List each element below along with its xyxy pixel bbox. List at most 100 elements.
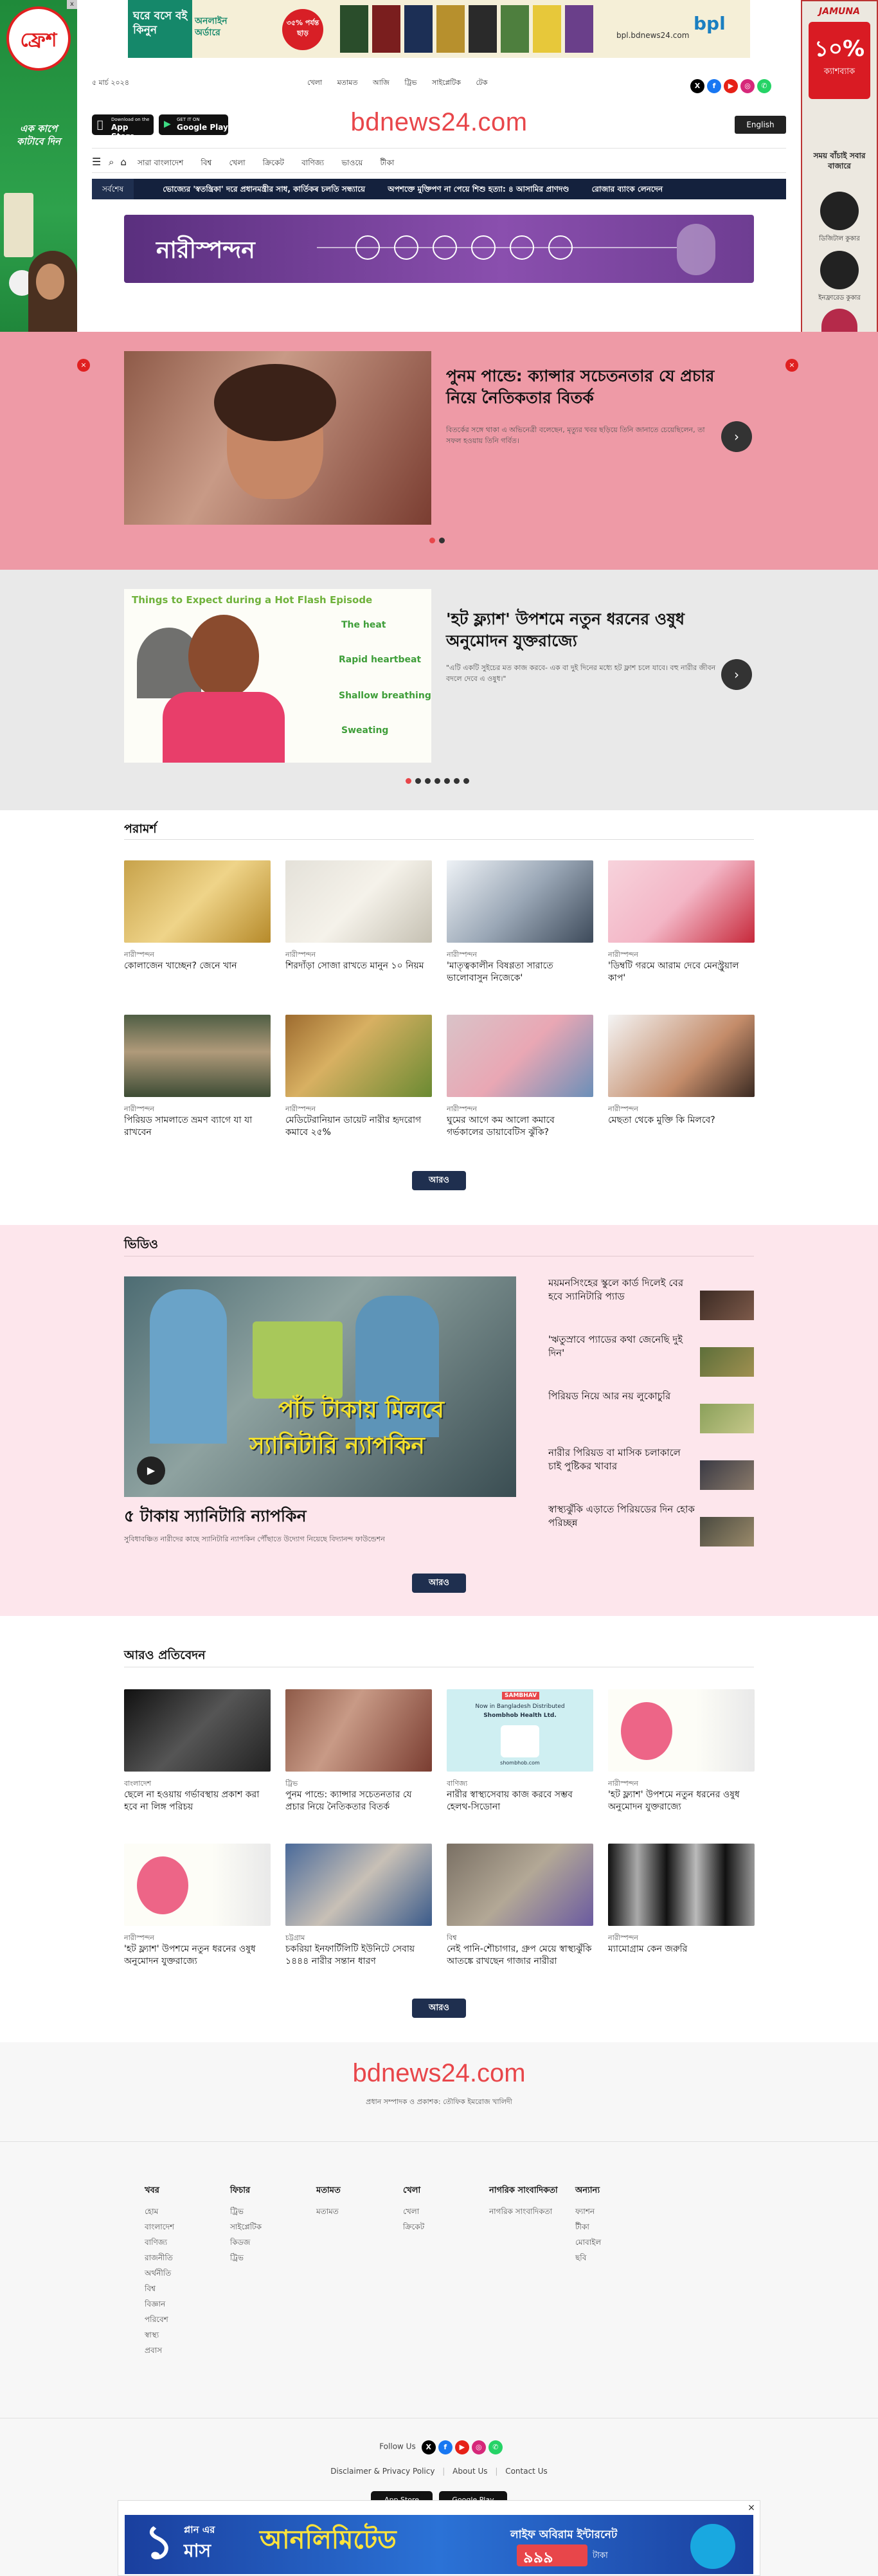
header-link[interactable]: ট্রিভ (404, 78, 417, 87)
video-list-item[interactable]: ময়মনসিংহের স্কুলে কার্ড দিলেই বের হবে স… (548, 1276, 754, 1328)
footer-link[interactable]: ট্রিভ (230, 2250, 320, 2265)
card-title[interactable]: ঘুমের আগে কম আলো কমাবে গর্ভকালের ডায়াবে… (447, 1114, 593, 1139)
card-title[interactable]: 'মাতৃত্বকালীন বিষণ্ণতা সারাতে ভালোবাসুন … (447, 960, 593, 984)
nav-item[interactable]: বাণিজ্য (301, 158, 324, 170)
card-title[interactable]: 'হট ফ্ল্যাশ' উপশমে নতুন ধরনের ওষুধ অনুমো… (124, 1943, 271, 1968)
bottom-sticky-ad[interactable]: × ১ প্লান এর মাস আনলিমিটেড লাইফ অবিরাম ই… (118, 2500, 760, 2576)
news-card[interactable]: নারীস্পন্দন মেডিটেরানিয়ান ডায়েট নারীর … (285, 1015, 432, 1139)
news-card[interactable]: নারীস্পন্দন ঘুমের আগে কম আলো কমাবে গর্ভক… (447, 1015, 593, 1139)
video-list-item[interactable]: স্বাস্থ্যঝুঁকি এড়াতে পিরিয়ডের দিন হোক … (548, 1503, 754, 1554)
card-image[interactable] (608, 860, 755, 943)
card-title[interactable]: নেই পানি-শৌচাগার, গ্রুপ মেয়ে স্বাস্থ্যঝ… (447, 1943, 593, 1968)
footer-link[interactable]: বাংলাদেশ (145, 2219, 235, 2235)
right-ad[interactable]: JAMUNA ১০% ক্যাশব্যাক সময় বাঁচাই সবার ব… (801, 0, 878, 385)
instagram-icon[interactable]: ◎ (471, 2440, 486, 2454)
news-card[interactable]: SAMBHAV Now in Bangladesh Distributed Sh… (447, 1689, 593, 1813)
nav-item[interactable]: ক্রিকেট (263, 158, 284, 170)
news-ticker[interactable]: সর্বশেষ ভোজ্যের 'স্বতন্ত্রিকা' দরে প্রধা… (92, 179, 786, 199)
footer-link[interactable]: কিডজ (230, 2235, 320, 2250)
google-play-button[interactable]: ▶ GET IT ON Google Play (159, 114, 228, 135)
footer-link[interactable]: খেলা (403, 2204, 493, 2219)
footer-link[interactable]: মতামত (316, 2204, 406, 2219)
whatsapp-icon[interactable]: ✆ (757, 79, 771, 93)
news-card[interactable]: চট্টগ্রাম চকরিয়া ইনফার্টিলিটি ইউনিটে সে… (285, 1844, 432, 1968)
footer-link[interactable]: পরিবেশ (145, 2312, 235, 2327)
ticker-item[interactable]: রোজার ব্যাংক লেনদেন (592, 179, 663, 199)
nav-item[interactable]: ভাওয়ে (341, 158, 363, 170)
card-category[interactable]: নারীস্পন্দন (124, 1932, 271, 1941)
site-logo[interactable]: bdnews24.com (310, 108, 568, 137)
footer-link[interactable]: টীকা (575, 2219, 665, 2235)
card-image[interactable] (285, 1844, 432, 1926)
nav-item[interactable]: খেলা (229, 158, 245, 170)
video-thumb[interactable] (700, 1460, 754, 1490)
footer-link[interactable]: হোম (145, 2204, 235, 2219)
video-list-item[interactable]: পিরিয়ড নিয়ে আর নয় লুকোচুরি (548, 1390, 754, 1441)
footer-link[interactable]: বিজ্ঞান (145, 2296, 235, 2312)
footer-link[interactable]: রাজনীতি (145, 2250, 235, 2265)
slider-dots[interactable] (427, 534, 447, 546)
card-title[interactable]: পিরিয়ড সামলাতে ভ্রমণ ব্যাগে যা যা রাখবে… (124, 1114, 271, 1139)
header-link[interactable]: আজি (373, 78, 390, 87)
footer-link[interactable]: ক্রিকেট (403, 2219, 493, 2235)
nav-item[interactable]: বিশ্ব (201, 158, 211, 170)
footer-link[interactable]: ট্রিভ (230, 2204, 320, 2219)
header-link[interactable]: সাইপ্লেটিক (432, 78, 461, 87)
app-store-button[interactable]:  Download on the App Store (92, 114, 154, 141)
news-card[interactable]: নারীস্পন্দন ম্যামোগ্রাম কেন জরুরি (608, 1844, 755, 1968)
card-title[interactable]: 'হট ফ্ল্যাশ' উপশমে নতুন ধরনের ওষুধ অনুমো… (608, 1789, 755, 1813)
footer-link[interactable]: সাইপ্লেটিক (230, 2219, 320, 2235)
card-category[interactable]: নারীস্পন্দন (447, 949, 593, 958)
home-icon[interactable]: ⌂ (120, 156, 127, 168)
slider-title[interactable]: 'হট ফ্ল্যাশ' উপশমে নতুন ধরনের ওষুধ অনুমো… (446, 608, 729, 652)
news-card[interactable]: নারীস্পন্দন 'হট ফ্ল্যাশ' উপশমে নতুন ধরনে… (608, 1689, 755, 1813)
ticker-item[interactable]: অপশক্তে মুক্তিপণ না পেয়ে শিশু হত্যা: ৪ … (388, 179, 569, 199)
main-video-title[interactable]: ৫ টাকায় স্যানিটারি ন্যাপকিন (124, 1503, 516, 1531)
ad-close-icon[interactable]: x (67, 0, 77, 9)
card-category[interactable]: বিশ্ব (447, 1932, 593, 1941)
card-category[interactable]: নারীস্পন্দন (124, 1103, 271, 1112)
nav-item[interactable]: টীকা (380, 158, 394, 170)
more-button[interactable]: আরও (412, 1999, 466, 2018)
card-category[interactable]: নারীস্পন্দন (285, 1103, 432, 1112)
card-category[interactable]: বাংলাদেশ (124, 1778, 271, 1787)
infographic-image[interactable]: Things to Expect during a Hot Flash Epis… (124, 589, 431, 763)
video-list-item[interactable]: 'ঋতুস্রাবে প্যাডের কথা জেনেছি দুই দিন' (548, 1333, 754, 1384)
card-title[interactable]: চকরিয়া ইনফার্টিলিটি ইউনিটে সেবায় ১৪৪৪ … (285, 1943, 432, 1968)
card-title[interactable]: নারীর স্বাস্থ্যসেবায় কাজ করবে সম্ভব হেল… (447, 1789, 593, 1813)
facebook-icon[interactable]: f (707, 79, 721, 93)
slider-image[interactable] (124, 351, 431, 525)
video-thumb[interactable] (700, 1291, 754, 1320)
main-video[interactable]: পাঁচ টাকায় মিলবে স্যানিটারি ন্যাপকিন ▶ (124, 1276, 516, 1497)
instagram-icon[interactable]: ◎ (740, 79, 755, 93)
card-title[interactable]: কোলাজেন খাচ্ছেন? জেনে খান (124, 960, 271, 984)
footer-link[interactable]: ফ্যাশন (575, 2204, 665, 2219)
footer-bottom-link[interactable]: Disclaimer & Privacy Policy (330, 2467, 435, 2476)
card-category[interactable]: চট্টগ্রাম (285, 1932, 432, 1941)
news-card[interactable]: ট্রিভ পুনম পান্ডে: ক্যান্সার সচেতনতার যে… (285, 1689, 432, 1813)
video-thumb[interactable] (700, 1404, 754, 1433)
card-title[interactable]: মেডিটেরানিয়ান ডায়েট নারীর হৃদরোগ কমাবে… (285, 1114, 432, 1139)
slider-prev-close-icon[interactable]: × (77, 359, 90, 372)
news-card[interactable]: বাংলাদেশ ছেলে না হওয়ায় গর্ভাবস্থায় প্… (124, 1689, 271, 1813)
footer-link[interactable]: প্রবাস (145, 2343, 235, 2358)
news-card[interactable]: নারীস্পন্দন পিরিয়ড সামলাতে ভ্রমণ ব্যাগে… (124, 1015, 271, 1139)
video-list-item[interactable]: নারীর পিরিয়ড বা মাসিক চলাকালে চাই পুষ্ট… (548, 1446, 754, 1498)
footer-bottom-link[interactable]: Contact Us (505, 2467, 548, 2476)
card-category[interactable]: নারীস্পন্দন (608, 1932, 755, 1941)
search-icon[interactable]: ⌕ (109, 156, 114, 168)
video-list-title[interactable]: ময়মনসিংহের স্কুলে কার্ড দিলেই বের হবে স… (548, 1276, 696, 1303)
card-image[interactable] (285, 1015, 432, 1097)
footer-link[interactable]: বিশ্ব (145, 2281, 235, 2296)
footer-link[interactable]: নাগরিক সাংবাদিকতা (489, 2204, 566, 2219)
footer-bottom-link[interactable]: About Us (452, 2467, 487, 2476)
card-image[interactable] (124, 860, 271, 943)
card-image[interactable] (285, 860, 432, 943)
news-card[interactable]: নারীস্পন্দন 'ডিম্বটি গরমে আরাম দেবে মেনস… (608, 860, 755, 984)
arrow-right-icon[interactable]: › (721, 421, 752, 452)
card-title[interactable]: ছেলে না হওয়ায় গর্ভাবস্থায় প্রকাশ করা … (124, 1789, 271, 1813)
card-image[interactable]: SAMBHAV Now in Bangladesh Distributed Sh… (447, 1689, 593, 1772)
video-list-title[interactable]: 'ঋতুস্রাবে প্যাডের কথা জেনেছি দুই দিন' (548, 1333, 696, 1360)
card-image[interactable] (124, 1844, 271, 1926)
ticker-item[interactable]: ভোজ্যের 'স্বতন্ত্রিকা' দরে প্রধানমন্ত্রী… (163, 179, 365, 199)
